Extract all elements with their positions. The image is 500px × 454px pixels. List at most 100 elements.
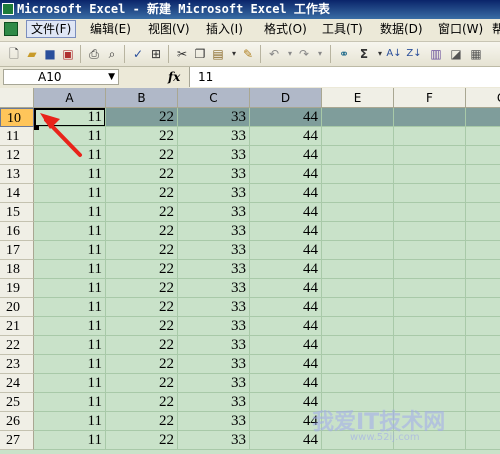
menu-insert[interactable]: 插入(I) xyxy=(202,21,247,37)
print-preview-icon[interactable]: ⌕ xyxy=(104,46,120,62)
cell-d17[interactable]: 44 xyxy=(250,241,322,260)
paste-icon[interactable]: ▤ xyxy=(210,46,226,62)
column-header-c[interactable]: C xyxy=(178,88,250,108)
cell-e22[interactable] xyxy=(322,336,394,355)
cell-d23[interactable]: 44 xyxy=(250,355,322,374)
cell-g21[interactable] xyxy=(466,317,500,336)
cell-g13[interactable] xyxy=(466,165,500,184)
cell-b15[interactable]: 22 xyxy=(106,203,178,222)
menu-format[interactable]: 格式(O) xyxy=(260,21,311,37)
permission-icon[interactable]: ▣ xyxy=(60,46,76,62)
cell-d20[interactable]: 44 xyxy=(250,298,322,317)
cell-d13[interactable]: 44 xyxy=(250,165,322,184)
cell-f17[interactable] xyxy=(394,241,466,260)
column-header-b[interactable]: B xyxy=(106,88,178,108)
row-header-20[interactable]: 20 xyxy=(0,298,34,317)
menu-view[interactable]: 视图(V) xyxy=(144,21,194,37)
cell-e17[interactable] xyxy=(322,241,394,260)
cell-a24[interactable]: 11 xyxy=(34,374,106,393)
cell-a13[interactable]: 11 xyxy=(34,165,106,184)
cell-g27[interactable] xyxy=(466,431,500,450)
cell-a15[interactable]: 11 xyxy=(34,203,106,222)
cell-e16[interactable] xyxy=(322,222,394,241)
cell-e10[interactable] xyxy=(322,108,394,127)
cell-c19[interactable]: 33 xyxy=(178,279,250,298)
cell-d21[interactable]: 44 xyxy=(250,317,322,336)
cell-b10[interactable]: 22 xyxy=(106,108,178,127)
row-header-26[interactable]: 26 xyxy=(0,412,34,431)
name-box-dropdown-icon[interactable]: ▼ xyxy=(108,70,115,84)
undo-icon[interactable]: ↶ xyxy=(266,46,282,62)
cell-c27[interactable]: 33 xyxy=(178,431,250,450)
sort-ascending-icon[interactable]: A↓ xyxy=(386,46,402,62)
cell-g10[interactable] xyxy=(466,108,500,127)
cell-g14[interactable] xyxy=(466,184,500,203)
zoom-icon[interactable]: ▦ xyxy=(468,46,484,62)
cell-e24[interactable] xyxy=(322,374,394,393)
cell-d18[interactable]: 44 xyxy=(250,260,322,279)
menu-edit[interactable]: 编辑(E) xyxy=(86,21,135,37)
cell-c20[interactable]: 33 xyxy=(178,298,250,317)
row-header-24[interactable]: 24 xyxy=(0,374,34,393)
row-header-13[interactable]: 13 xyxy=(0,165,34,184)
cell-c14[interactable]: 33 xyxy=(178,184,250,203)
cell-a18[interactable]: 11 xyxy=(34,260,106,279)
cell-c24[interactable]: 33 xyxy=(178,374,250,393)
cell-c26[interactable]: 33 xyxy=(178,412,250,431)
cell-a12[interactable]: 11 xyxy=(34,146,106,165)
menu-data[interactable]: 数据(D) xyxy=(376,21,427,37)
cell-a11[interactable]: 11 xyxy=(34,127,106,146)
cell-g19[interactable] xyxy=(466,279,500,298)
cell-b27[interactable]: 22 xyxy=(106,431,178,450)
cell-e21[interactable] xyxy=(322,317,394,336)
cell-a20[interactable]: 11 xyxy=(34,298,106,317)
name-box[interactable]: A10 ▼ xyxy=(3,69,119,85)
cell-f13[interactable] xyxy=(394,165,466,184)
cell-g20[interactable] xyxy=(466,298,500,317)
cell-c22[interactable]: 33 xyxy=(178,336,250,355)
save-icon[interactable]: ■ xyxy=(42,46,58,62)
row-header-18[interactable]: 18 xyxy=(0,260,34,279)
format-painter-icon[interactable]: ✎ xyxy=(240,46,256,62)
cell-b11[interactable]: 22 xyxy=(106,127,178,146)
open-icon[interactable]: ▰ xyxy=(24,46,40,62)
cell-a22[interactable]: 11 xyxy=(34,336,106,355)
cell-e13[interactable] xyxy=(322,165,394,184)
cell-c18[interactable]: 33 xyxy=(178,260,250,279)
cell-e23[interactable] xyxy=(322,355,394,374)
row-header-23[interactable]: 23 xyxy=(0,355,34,374)
cell-f10[interactable] xyxy=(394,108,466,127)
cell-c11[interactable]: 33 xyxy=(178,127,250,146)
cell-g15[interactable] xyxy=(466,203,500,222)
cell-a21[interactable]: 11 xyxy=(34,317,106,336)
cell-g17[interactable] xyxy=(466,241,500,260)
cell-f11[interactable] xyxy=(394,127,466,146)
cell-f23[interactable] xyxy=(394,355,466,374)
cell-f15[interactable] xyxy=(394,203,466,222)
cell-f12[interactable] xyxy=(394,146,466,165)
cell-b23[interactable]: 22 xyxy=(106,355,178,374)
cell-e18[interactable] xyxy=(322,260,394,279)
row-header-14[interactable]: 14 xyxy=(0,184,34,203)
cell-b19[interactable]: 22 xyxy=(106,279,178,298)
insert-function-icon[interactable]: fx xyxy=(168,70,180,84)
cell-e12[interactable] xyxy=(322,146,394,165)
cell-g23[interactable] xyxy=(466,355,500,374)
column-header-f[interactable]: F xyxy=(394,88,466,108)
select-all-corner[interactable] xyxy=(0,88,34,108)
cell-d19[interactable]: 44 xyxy=(250,279,322,298)
row-header-11[interactable]: 11 xyxy=(0,127,34,146)
cell-b14[interactable]: 22 xyxy=(106,184,178,203)
cell-b24[interactable]: 22 xyxy=(106,374,178,393)
cell-d24[interactable]: 44 xyxy=(250,374,322,393)
cell-d14[interactable]: 44 xyxy=(250,184,322,203)
row-header-17[interactable]: 17 xyxy=(0,241,34,260)
hyperlink-icon[interactable]: ⚭ xyxy=(336,46,352,62)
column-header-d[interactable]: D xyxy=(250,88,322,108)
cell-g24[interactable] xyxy=(466,374,500,393)
row-header-10[interactable]: 10 xyxy=(0,108,34,127)
drawing-icon[interactable]: ◪ xyxy=(448,46,464,62)
column-header-e[interactable]: E xyxy=(322,88,394,108)
cell-e19[interactable] xyxy=(322,279,394,298)
menu-help[interactable]: 帮 xyxy=(488,21,500,37)
